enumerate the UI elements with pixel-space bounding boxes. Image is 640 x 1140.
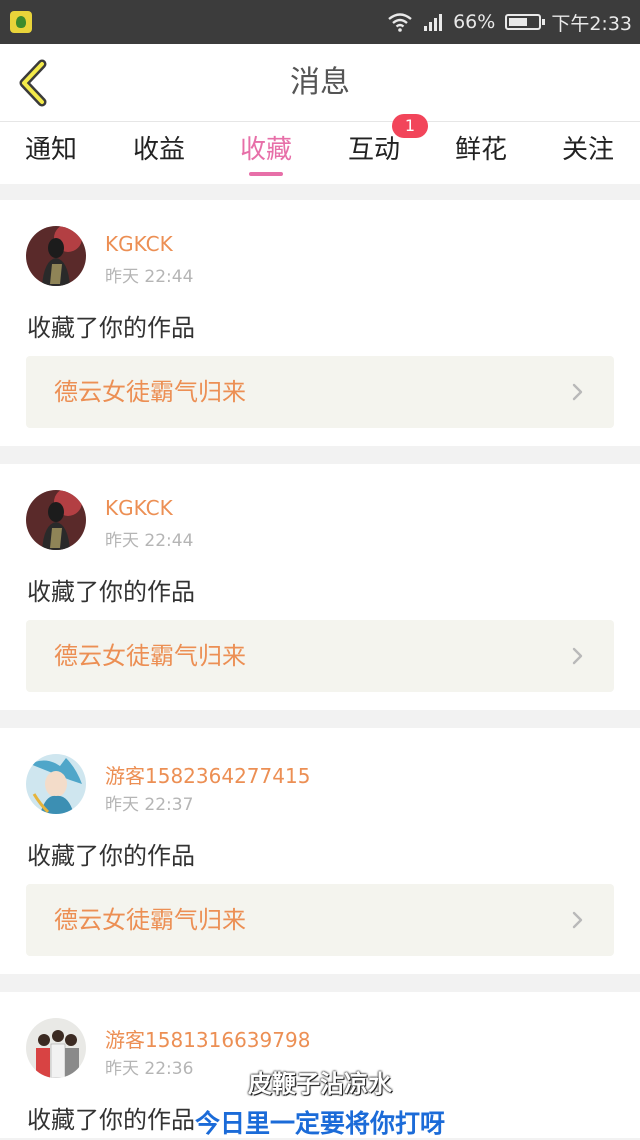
chevron-right-icon xyxy=(572,383,583,401)
work-link[interactable]: 德云女徒霸气归来 xyxy=(26,356,614,428)
message-card: KGKCK 昨天 22:44 收藏了你的作品 德云女徒霸气归来 xyxy=(0,200,640,446)
chevron-right-icon xyxy=(572,647,583,665)
clock: 下午2:33 xyxy=(551,12,632,35)
work-title: 德云女徒霸气归来 xyxy=(54,906,246,934)
tab-notifications[interactable]: 通知 xyxy=(25,122,77,184)
wifi-icon xyxy=(388,13,412,32)
message-tabs: 通知 收益 收藏 互动 鲜花 关注 xyxy=(0,122,640,184)
tab-earnings[interactable]: 收益 xyxy=(133,122,185,184)
active-tab-indicator xyxy=(248,172,283,176)
chevron-right-icon xyxy=(572,911,583,929)
tab-flowers[interactable]: 鲜花 xyxy=(455,122,507,184)
work-link[interactable]: 德云女徒霸气归来 xyxy=(26,884,614,956)
tab-interactions[interactable]: 互动 xyxy=(348,122,400,184)
user-avatar[interactable] xyxy=(26,754,86,814)
username[interactable]: 游客1581316639798 xyxy=(105,1024,310,1053)
battery-level xyxy=(509,18,528,26)
work-title: 德云女徒霸气归来 xyxy=(54,642,246,670)
username[interactable]: KGKCK xyxy=(105,232,173,256)
message-card: 游客1582364277415 昨天 22:37 收藏了你的作品 德云女徒霸气归… xyxy=(0,728,640,974)
subtitle-line-1: 皮鞭子沾凉水 xyxy=(248,1070,392,1098)
message-card: KGKCK 昨天 22:44 收藏了你的作品 德云女徒霸气归来 xyxy=(0,464,640,710)
battery-percent: 66% xyxy=(453,11,496,33)
unread-badge: 1 xyxy=(392,114,428,138)
action-text: 收藏了你的作品 xyxy=(27,314,195,342)
work-title: 德云女徒霸气归来 xyxy=(54,378,246,406)
username[interactable]: KGKCK xyxy=(105,496,173,520)
tab-following[interactable]: 关注 xyxy=(562,122,614,184)
tab-favorites-label: 收藏 xyxy=(239,135,293,165)
timestamp: 昨天 22:44 xyxy=(105,531,194,551)
app-notification-icon xyxy=(10,11,32,33)
username[interactable]: 游客1582364277415 xyxy=(105,760,310,789)
app-header: 消息 xyxy=(0,44,640,122)
status-bar: 66% 下午2:33 xyxy=(0,0,640,44)
action-text: 收藏了你的作品 xyxy=(27,842,195,870)
timestamp: 昨天 22:37 xyxy=(105,795,194,815)
subtitle-line-2: 今日里一定要将你打呀 xyxy=(194,1109,445,1138)
work-link[interactable]: 德云女徒霸气归来 xyxy=(26,620,614,692)
timestamp: 昨天 22:44 xyxy=(105,267,194,287)
tab-favorites[interactable]: 收藏 xyxy=(240,122,292,184)
status-right: 66% 下午2:33 xyxy=(387,9,632,36)
action-text: 收藏了你的作品 xyxy=(27,578,195,606)
page-title: 消息 xyxy=(290,65,350,100)
user-avatar[interactable] xyxy=(26,226,86,286)
signal-icon xyxy=(424,14,443,31)
battery-icon xyxy=(505,14,546,30)
user-avatar[interactable] xyxy=(26,490,86,550)
